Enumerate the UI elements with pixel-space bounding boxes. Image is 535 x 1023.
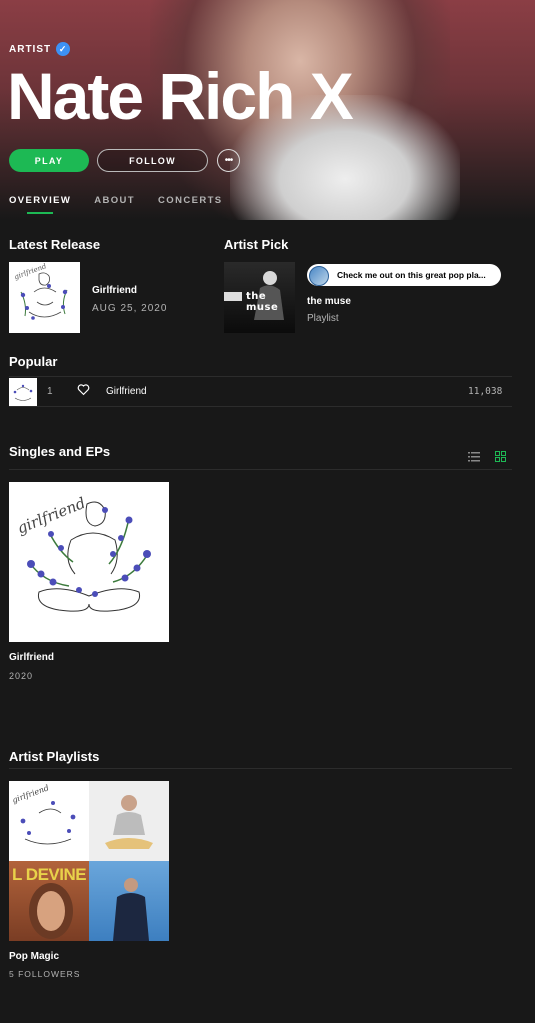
svg-text:girlfriend: girlfriend bbox=[14, 494, 88, 538]
play-button[interactable]: PLAY bbox=[9, 149, 89, 172]
tab-overview[interactable]: OVERVIEW bbox=[9, 195, 71, 214]
artist-pick-title: Artist Pick bbox=[224, 237, 289, 252]
grid-view-icon[interactable] bbox=[495, 449, 506, 467]
latest-release-date: AUG 25, 2020 bbox=[92, 303, 168, 314]
latest-release-title: Latest Release bbox=[9, 237, 101, 252]
seated-figure-artwork-icon bbox=[105, 795, 153, 849]
artist-pick-cover[interactable]: the muse bbox=[224, 262, 295, 333]
single-title[interactable]: Girlfriend bbox=[9, 652, 54, 663]
artist-pick-comment-text: Check me out on this great pop pla... bbox=[337, 270, 486, 280]
playlist-followers: 5 FOLLOWERS bbox=[9, 969, 81, 979]
girlfriend-artwork-icon: girlfriend bbox=[11, 783, 76, 845]
artist-tabs: OVERVIEW ABOUT CONCERTS bbox=[9, 195, 223, 214]
artist-name: Nate Rich X bbox=[7, 59, 354, 133]
latest-release-cover[interactable]: girlfriend bbox=[9, 262, 80, 333]
tab-concerts[interactable]: CONCERTS bbox=[158, 195, 223, 206]
artist-tag-label: ARTIST bbox=[9, 43, 52, 55]
latest-release-name[interactable]: Girlfriend bbox=[92, 285, 137, 296]
mosaic-tile bbox=[89, 861, 169, 941]
divider bbox=[9, 469, 512, 470]
artist-pick-name[interactable]: the muse bbox=[307, 296, 351, 307]
table-row[interactable]: 1 Girlfriend 11,038 bbox=[0, 377, 535, 406]
mosaic-tile: girlfriend bbox=[9, 781, 89, 861]
track-cover bbox=[9, 378, 37, 406]
svg-text:girlfriend: girlfriend bbox=[13, 262, 48, 281]
playlist-title[interactable]: Pop Magic bbox=[9, 951, 59, 962]
artist-header: ARTIST ✓ Nate Rich X PLAY FOLLOW ••• OVE… bbox=[0, 0, 535, 220]
girlfriend-artwork-icon bbox=[13, 384, 33, 401]
divider bbox=[9, 406, 512, 407]
track-plays: 11,038 bbox=[468, 386, 503, 397]
artist-pick-type: Playlist bbox=[307, 313, 339, 324]
ellipsis-icon: ••• bbox=[224, 155, 233, 166]
playlist-cover[interactable]: girlfriend L DEVINE bbox=[9, 781, 169, 941]
single-year: 2020 bbox=[9, 671, 34, 681]
verified-icon: ✓ bbox=[56, 42, 71, 56]
artist-pick-comment: Check me out on this great pop pla... bbox=[307, 264, 501, 286]
svg-text:girlfriend: girlfriend bbox=[11, 783, 50, 805]
artist-pick-cover-text: the muse bbox=[246, 291, 279, 313]
list-view-icon[interactable] bbox=[468, 449, 480, 467]
single-cover[interactable]: girlfriend bbox=[9, 482, 169, 642]
girlfriend-artwork-icon: girlfriend bbox=[14, 494, 151, 612]
heart-icon[interactable] bbox=[77, 383, 90, 401]
artist-playlists-title: Artist Playlists bbox=[9, 749, 100, 764]
girlfriend-artwork-icon: girlfriend bbox=[13, 262, 68, 320]
popular-title: Popular bbox=[9, 354, 58, 369]
suited-man-artwork-icon bbox=[113, 878, 149, 941]
tab-about[interactable]: ABOUT bbox=[94, 195, 135, 206]
mosaic-tile-text: L DEVINE bbox=[12, 865, 87, 884]
track-rank: 1 bbox=[47, 386, 53, 397]
mosaic-tile: L DEVINE bbox=[9, 861, 89, 941]
follow-button[interactable]: FOLLOW bbox=[97, 149, 208, 172]
avatar bbox=[309, 266, 329, 286]
track-title[interactable]: Girlfriend bbox=[106, 386, 147, 397]
mosaic-tile bbox=[89, 781, 169, 861]
artist-tag: ARTIST ✓ bbox=[9, 42, 71, 56]
divider bbox=[9, 768, 512, 769]
singles-title: Singles and EPs bbox=[9, 444, 111, 459]
more-options-button[interactable]: ••• bbox=[217, 149, 240, 172]
